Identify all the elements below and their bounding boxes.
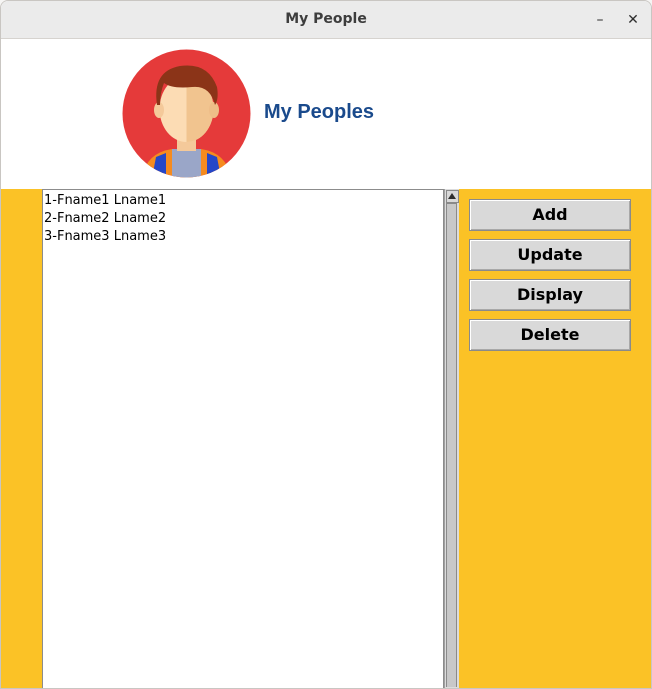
title-bar[interactable]: My People – ✕ xyxy=(1,1,651,39)
app-window: My People – ✕ My Peoples 1-Fname1 Lname1… xyxy=(0,0,652,689)
header-panel: My Peoples xyxy=(1,39,651,189)
list-scrollbar[interactable] xyxy=(444,189,459,688)
display-button[interactable]: Display xyxy=(469,279,631,311)
list-item[interactable]: 2-Fname2 Lname2 xyxy=(44,210,442,228)
people-listbox[interactable]: 1-Fname1 Lname1 2-Fname2 Lname2 3-Fname3… xyxy=(42,189,444,688)
window-title: My People xyxy=(285,11,367,27)
list-item[interactable]: 1-Fname1 Lname1 xyxy=(44,192,442,210)
close-icon[interactable]: ✕ xyxy=(623,10,643,30)
main-panel: 1-Fname1 Lname1 2-Fname2 Lname2 3-Fname3… xyxy=(1,189,651,688)
update-button[interactable]: Update xyxy=(469,239,631,271)
scroll-up-button[interactable] xyxy=(446,190,459,203)
scrollbar-thumb[interactable] xyxy=(446,203,457,687)
person-avatar-icon xyxy=(122,49,251,178)
minimize-icon[interactable]: – xyxy=(590,10,610,30)
add-button[interactable]: Add xyxy=(469,199,631,231)
list-item[interactable]: 3-Fname3 Lname3 xyxy=(44,228,442,246)
delete-button[interactable]: Delete xyxy=(469,319,631,351)
app-heading: My Peoples xyxy=(264,101,375,123)
arrow-up-icon xyxy=(448,193,456,199)
